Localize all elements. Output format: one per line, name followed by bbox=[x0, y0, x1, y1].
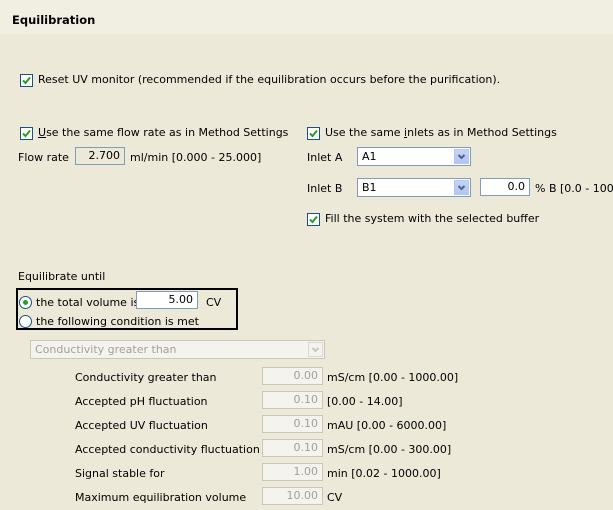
condition-row-label: Accepted conductivity fluctuation bbox=[75, 443, 260, 456]
total-volume-radio[interactable] bbox=[19, 296, 32, 309]
condition-select-value: Conductivity greater than bbox=[35, 343, 177, 356]
checkmark-icon bbox=[309, 215, 318, 224]
condition-row-field[interactable]: 1.00 bbox=[262, 463, 323, 481]
inlets-label-b: nlets as in Method Settings bbox=[407, 126, 557, 139]
condition-row-label: Conductivity greater than bbox=[75, 371, 217, 384]
checkmark-icon bbox=[22, 76, 31, 85]
reset-uv-checkbox[interactable] bbox=[20, 74, 33, 87]
reset-uv-label: Reset UV monitor (recommended if the equ… bbox=[38, 73, 501, 86]
condition-row-unit: mAU [0.00 - 6000.00] bbox=[327, 419, 447, 432]
condition-row-field[interactable]: 0.10 bbox=[262, 415, 323, 433]
inlet-b-value: B1 bbox=[362, 181, 377, 194]
condition-row-unit: min [0.02 - 1000.00] bbox=[327, 467, 441, 480]
condition-row-unit: CV bbox=[327, 491, 343, 504]
chevron-down-icon[interactable] bbox=[454, 149, 469, 164]
condition-row-unit: mS/cm [0.00 - 1000.00] bbox=[327, 371, 459, 384]
condition-row-field[interactable]: 10.00 bbox=[262, 487, 323, 505]
percent-b-unit: % B [0.0 - 100.0 bbox=[535, 182, 613, 195]
condition-met-label: the following condition is met bbox=[36, 315, 199, 328]
section-title: Equilibration bbox=[12, 13, 96, 27]
inlets-label-a: Use the same bbox=[325, 126, 405, 139]
condition-select[interactable]: Conductivity greater than bbox=[30, 340, 325, 359]
same-inlets-checkbox[interactable] bbox=[307, 127, 320, 140]
fill-system-label: Fill the system with the selected buffer bbox=[325, 212, 540, 225]
inlet-b-label: Inlet B bbox=[307, 182, 343, 195]
flow-rate-label: Flow rate bbox=[18, 151, 69, 164]
total-volume-unit: CV bbox=[206, 296, 222, 309]
condition-row-field[interactable]: 0.00 bbox=[262, 367, 323, 385]
condition-row-label: Signal stable for bbox=[75, 467, 165, 480]
percent-b-field[interactable]: 0.0 bbox=[480, 178, 530, 196]
inlet-a-value: A1 bbox=[362, 150, 377, 163]
flow-rate-field[interactable]: 2.700 bbox=[75, 147, 125, 165]
condition-met-radio[interactable] bbox=[19, 315, 32, 328]
chevron-down-icon[interactable] bbox=[308, 342, 323, 357]
checkmark-icon bbox=[22, 129, 31, 138]
flow-accelerator: U bbox=[38, 126, 47, 139]
same-inlets-label: Use the same inlets as in Method Setting… bbox=[325, 126, 557, 139]
same-flow-rate-label: Use the same flow rate as in Method Sett… bbox=[38, 126, 288, 139]
condition-row-label: Accepted UV fluctuation bbox=[75, 419, 208, 432]
condition-row-unit: [0.00 - 14.00] bbox=[327, 395, 403, 408]
inlet-a-label: Inlet A bbox=[307, 151, 343, 164]
same-flow-rate-checkbox[interactable] bbox=[20, 127, 33, 140]
condition-row-field[interactable]: 0.10 bbox=[262, 439, 323, 457]
condition-row-field[interactable]: 0.10 bbox=[262, 391, 323, 409]
condition-row-label: Accepted pH fluctuation bbox=[75, 395, 208, 408]
condition-row-label: Maximum equilibration volume bbox=[75, 491, 247, 504]
inlet-a-select[interactable]: A1 bbox=[357, 147, 471, 166]
flow-rate-unit: ml/min [0.000 - 25.000] bbox=[130, 151, 262, 164]
radio-dot-icon bbox=[23, 300, 28, 305]
checkmark-icon bbox=[309, 129, 318, 138]
total-volume-label: the total volume is bbox=[36, 296, 140, 309]
inlet-b-select[interactable]: B1 bbox=[357, 178, 471, 197]
flow-label-rest: se the same flow rate as in Method Setti… bbox=[46, 126, 289, 139]
condition-row-unit: mS/cm [0.00 - 300.00] bbox=[327, 443, 452, 456]
fill-system-checkbox[interactable] bbox=[307, 213, 320, 226]
chevron-down-icon[interactable] bbox=[454, 180, 469, 195]
total-volume-field[interactable]: 5.00 bbox=[136, 291, 198, 309]
equilibrate-until-label: Equilibrate until bbox=[18, 270, 106, 283]
